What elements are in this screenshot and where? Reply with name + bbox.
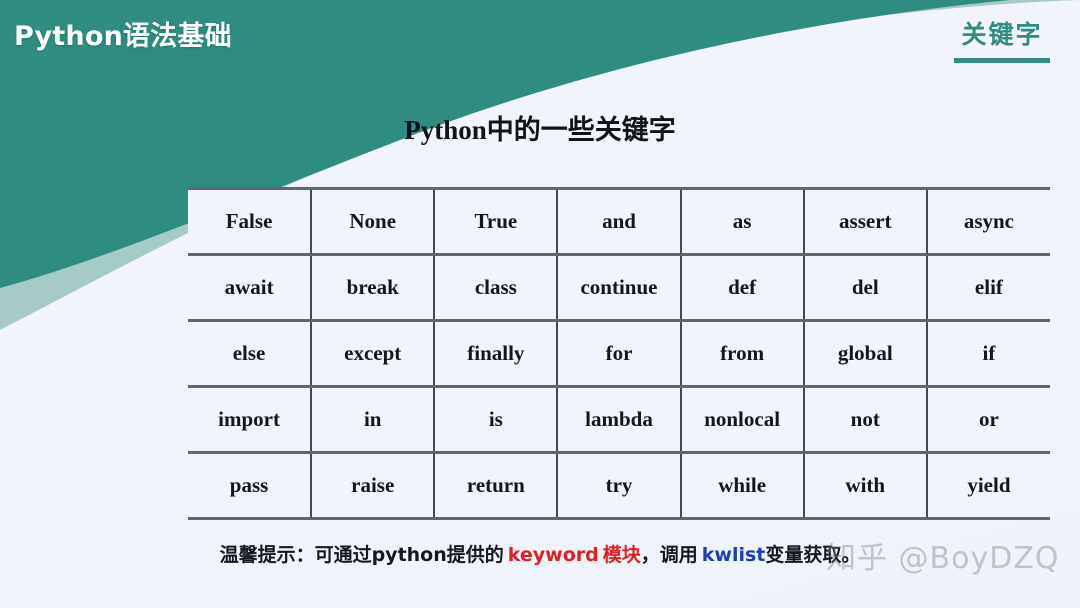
- keyword-cell: del: [802, 253, 928, 322]
- keyword-cell: pass: [188, 451, 313, 520]
- keyword-cell: False: [188, 187, 313, 256]
- section-underline: [954, 58, 1050, 63]
- keyword-table-container: False None True and as assert async await break c…: [188, 187, 1050, 520]
- table-row: else except finally for from global if: [188, 319, 1050, 388]
- keyword-table: False None True and as assert async await break c…: [188, 187, 1050, 520]
- footer-kwlist-variable-name: kwlist: [701, 544, 766, 566]
- keyword-cell: except: [310, 319, 436, 388]
- table-row: False None True and as assert async: [188, 187, 1050, 256]
- keyword-cell: is: [433, 385, 559, 454]
- section-label-group: 关键字: [954, 22, 1050, 63]
- footer-note-part2: 模块: [602, 544, 641, 566]
- keyword-cell: raise: [310, 451, 436, 520]
- keyword-cell: None: [310, 187, 436, 256]
- keyword-cell: await: [188, 253, 313, 322]
- table-row: import in is lambda nonlocal not or: [188, 385, 1050, 454]
- keyword-cell: finally: [433, 319, 559, 388]
- keyword-cell: import: [188, 385, 313, 454]
- slide-canvas: Python语法基础 关键字 Python中的一些关键字 False None Tr…: [0, 0, 1080, 608]
- keyword-cell: nonlocal: [679, 385, 805, 454]
- footer-note-part3: ，调用: [640, 544, 698, 566]
- keyword-cell: and: [556, 187, 682, 256]
- keyword-cell: elif: [925, 253, 1050, 322]
- keyword-cell: yield: [925, 451, 1050, 520]
- keyword-cell: try: [556, 451, 682, 520]
- keyword-cell: else: [188, 319, 313, 388]
- keyword-cell: not: [802, 385, 928, 454]
- footer-note: 温馨提示：可通过python提供的 keyword 模块，调用 kwlist变量获取。: [0, 540, 1080, 567]
- keyword-cell: with: [802, 451, 928, 520]
- footer-keyword-module-name: keyword: [507, 544, 599, 566]
- keyword-cell: continue: [556, 253, 682, 322]
- keyword-cell: break: [310, 253, 436, 322]
- keyword-cell: def: [679, 253, 805, 322]
- footer-note-part4: 变量获取。: [765, 544, 861, 566]
- keyword-cell: or: [925, 385, 1050, 454]
- keyword-cell: async: [925, 187, 1050, 256]
- table-row: await break class continue def del elif: [188, 253, 1050, 322]
- table-row: pass raise return try while with yield: [188, 451, 1050, 520]
- section-label: 关键字: [961, 20, 1043, 49]
- keyword-cell: lambda: [556, 385, 682, 454]
- keyword-cell: while: [679, 451, 805, 520]
- keyword-cell: assert: [802, 187, 928, 256]
- slide-heading: Python中的一些关键字: [404, 115, 676, 145]
- keyword-cell: class: [433, 253, 559, 322]
- keyword-cell: as: [679, 187, 805, 256]
- keyword-cell: global: [802, 319, 928, 388]
- keyword-cell: return: [433, 451, 559, 520]
- footer-note-part1: 温馨提示：可通过python提供的: [219, 544, 504, 566]
- keyword-cell: True: [433, 187, 559, 256]
- deck-title: Python语法基础: [14, 21, 232, 52]
- keyword-cell: in: [310, 385, 436, 454]
- keyword-cell: from: [679, 319, 805, 388]
- keyword-cell: if: [925, 319, 1050, 388]
- keyword-cell: for: [556, 319, 682, 388]
